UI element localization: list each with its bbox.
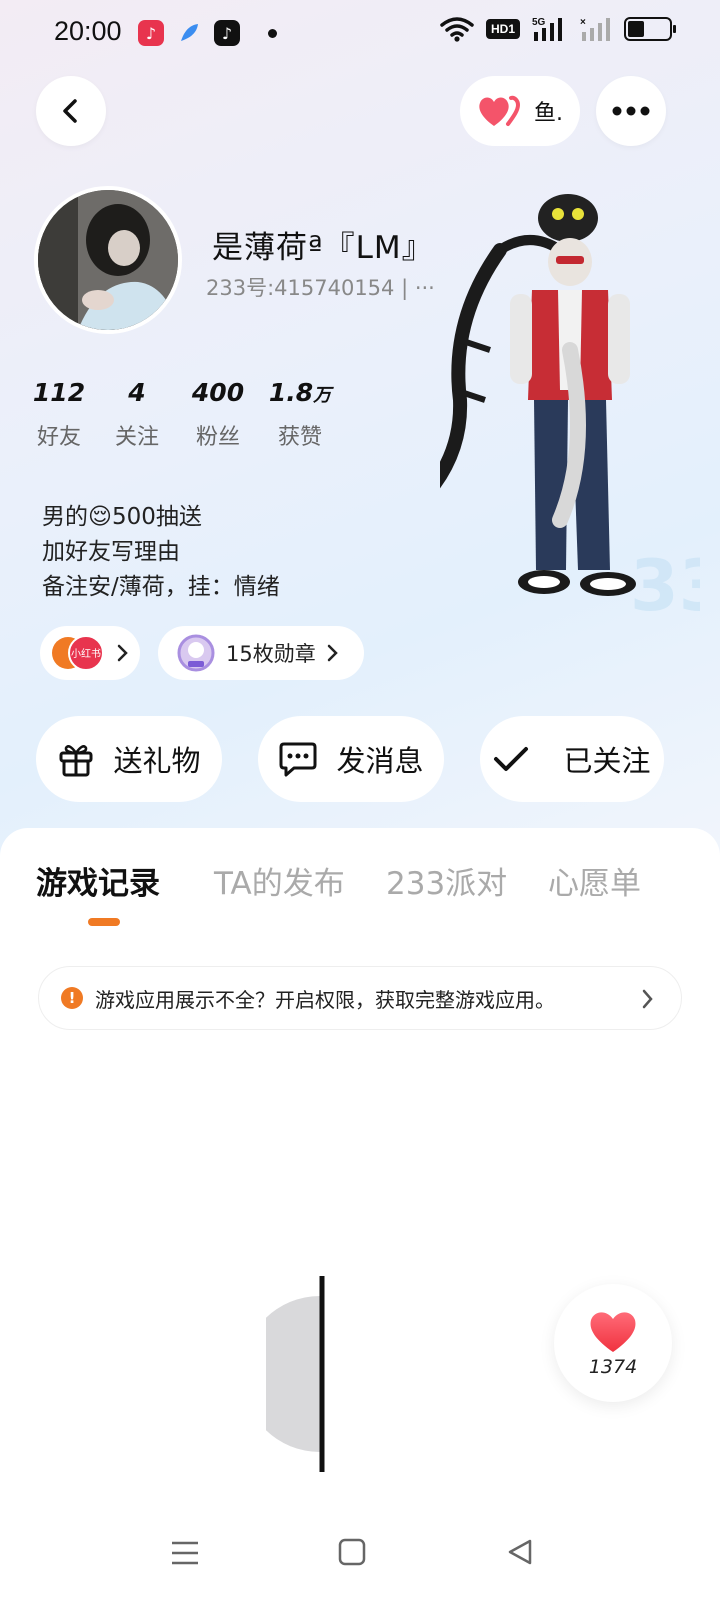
send-message-button[interactable]: 发消息 xyxy=(258,716,444,802)
stat-likes-label: 获赞 xyxy=(277,425,322,450)
following-button[interactable]: 已关注 xyxy=(480,716,664,802)
chevron-right-icon xyxy=(117,644,128,662)
tab-posts[interactable]: TA的发布 xyxy=(214,858,345,903)
bio-line: 备注安/薄荷，挂：情绪 xyxy=(42,574,280,600)
xiaohongshu-label: 小红书 xyxy=(71,647,101,660)
nickname: 是薄荷ª『LM』 xyxy=(212,230,434,266)
stat-friends[interactable]: 112 好友 xyxy=(30,378,88,451)
notification-dot-icon xyxy=(268,29,277,38)
back-button[interactable] xyxy=(36,76,106,146)
svg-text:33: 33 xyxy=(630,545,700,627)
avatar-photo xyxy=(38,190,178,330)
more-button[interactable] xyxy=(596,76,666,146)
back-triangle-icon[interactable] xyxy=(506,1538,534,1566)
wifi-icon xyxy=(440,17,474,42)
xiaohongshu-chip[interactable]: 小红书 xyxy=(40,626,140,680)
bio-line: 男的😌500抽送 xyxy=(42,504,202,530)
avatar[interactable] xyxy=(34,186,182,334)
user-id[interactable]: 233号:415740154 | ··· xyxy=(206,272,435,302)
chevron-right-icon xyxy=(327,644,338,662)
status-right: HD1 5G × xyxy=(440,16,676,42)
more-dots-icon xyxy=(612,106,650,116)
signal-5g-icon: 5G xyxy=(532,17,562,41)
send-message-label: 发消息 xyxy=(336,744,424,778)
bio-line: 加好友写理由 xyxy=(42,539,180,565)
system-nav-bar xyxy=(0,1530,720,1612)
stat-following-label: 关注 xyxy=(114,425,159,450)
content-panel xyxy=(0,828,720,1612)
send-gift-label: 送礼物 xyxy=(113,744,201,778)
like-user-button[interactable]: 鱼. xyxy=(460,76,580,146)
active-tab-indicator xyxy=(88,918,120,926)
status-bar: 20:00 ♪ ♪ HD1 5G × xyxy=(0,0,720,64)
stat-likes[interactable]: 1.8万 获赞 xyxy=(268,378,332,451)
chevron-right-icon xyxy=(642,989,653,1009)
bio: 男的😌500抽送 加好友写理由 备注安/薄荷，挂：情绪 xyxy=(42,500,280,605)
stat-following[interactable]: 4 关注 xyxy=(112,378,162,451)
avatar-character-image: 33 xyxy=(440,194,700,627)
check-icon xyxy=(494,747,529,771)
signal-sim2-icon: × xyxy=(580,17,610,41)
svg-text:×: × xyxy=(580,17,586,28)
send-gift-button[interactable]: 送礼物 xyxy=(36,716,222,802)
tab-game-records[interactable]: 游戏记录 xyxy=(36,858,160,903)
stat-likes-value: 1.8 xyxy=(268,378,314,407)
heart-icon xyxy=(590,1312,636,1352)
home-square-icon[interactable] xyxy=(338,1538,366,1566)
gift-icon xyxy=(59,745,93,777)
medal-icon xyxy=(177,634,215,672)
floating-like-button[interactable]: 1374 xyxy=(554,1284,672,1402)
medals-label: 15枚勋章 xyxy=(226,642,316,666)
stat-friends-label: 好友 xyxy=(36,425,81,450)
chevron-left-icon xyxy=(63,99,77,123)
loading-indicator xyxy=(266,1276,325,1472)
stat-likes-unit: 万 xyxy=(313,385,332,406)
hd-badge: HD1 xyxy=(485,19,520,39)
permission-notice[interactable]: ! 游戏应用展示不全？开启权限，获取完整游戏应用。 xyxy=(38,966,682,1030)
stat-fans[interactable]: 400 粉丝 xyxy=(188,378,248,451)
tiktok-app-icon: ♪ xyxy=(214,20,240,46)
menu-icon[interactable] xyxy=(170,1540,200,1566)
status-time: 20:00 xyxy=(54,16,122,46)
message-icon xyxy=(279,742,317,777)
stat-following-value: 4 xyxy=(128,378,146,407)
like-user-label: 鱼. xyxy=(534,101,563,126)
permission-notice-text: 游戏应用展示不全？开启权限，获取完整游戏应用。 xyxy=(95,987,555,1012)
warning-icon: ! xyxy=(61,987,83,1009)
stat-friends-value: 112 xyxy=(32,378,86,407)
medals-chip[interactable]: 15枚勋章 xyxy=(158,626,364,680)
music-app-icon: ♪ xyxy=(138,20,164,46)
feather-app-icon xyxy=(176,20,202,46)
battery-icon xyxy=(624,17,676,41)
stat-fans-label: 粉丝 xyxy=(195,425,240,450)
stat-fans-value: 400 xyxy=(191,378,245,407)
tab-wishlist[interactable]: 心愿单 xyxy=(548,858,641,903)
following-label: 已关注 xyxy=(563,744,651,778)
floating-like-count: 1374 xyxy=(588,1356,638,1378)
heart-icon xyxy=(479,95,521,126)
svg-text:5G: 5G xyxy=(532,17,546,28)
tab-party[interactable]: 233派对 xyxy=(386,858,507,903)
xiaohongshu-icon: 小红书 xyxy=(52,635,104,671)
